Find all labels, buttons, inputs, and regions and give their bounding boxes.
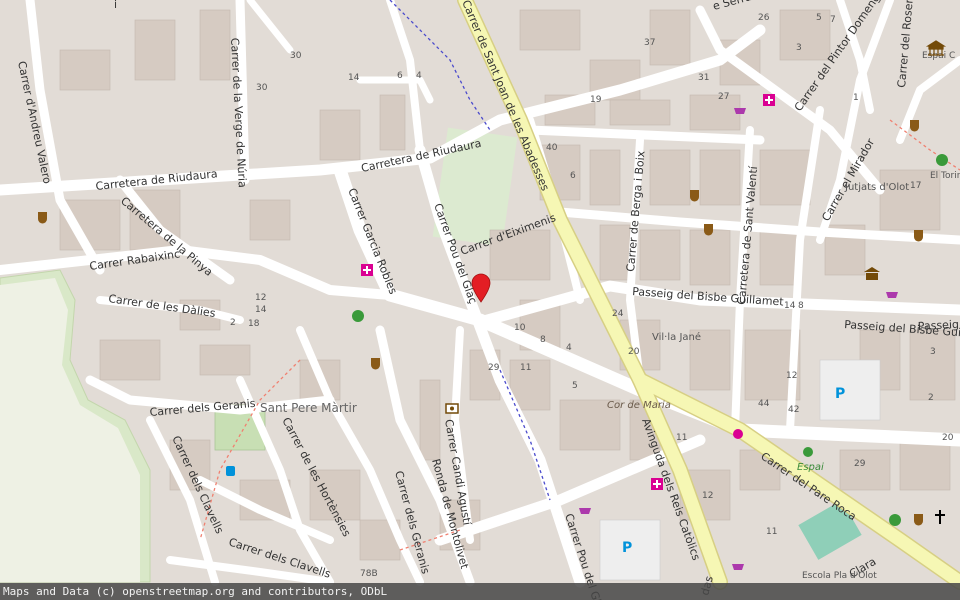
pharmacy-icon[interactable] [763, 94, 775, 106]
pharmacy-icon[interactable] [361, 264, 373, 276]
house-number: 6 [570, 171, 576, 181]
house-number: 11 [676, 433, 687, 443]
house-number: 26 [758, 13, 770, 23]
parking-icon[interactable]: P [622, 540, 632, 556]
bank-icon[interactable] [445, 403, 459, 414]
house-number: 78B [360, 569, 378, 579]
playground-icon[interactable] [352, 310, 364, 322]
house-number: 30 [290, 51, 302, 61]
house-number: 3 [930, 347, 936, 357]
house-number: 17 [910, 181, 921, 191]
house-number: 31 [698, 73, 709, 83]
place-label-espai-c: Espai C [922, 51, 955, 61]
house-number: 12 [255, 293, 266, 303]
house-number: 20 [628, 347, 640, 357]
house-number: 42 [788, 405, 799, 415]
place-label-escola: Escola Pla d'Olot [802, 571, 877, 581]
house-number: 8 [540, 335, 546, 345]
map-attribution[interactable]: Maps and Data (c) openstreetmap.org and … [0, 583, 960, 600]
place-label-vila-jane: Vil·la Jané [652, 331, 701, 343]
house-number: 4 [416, 71, 422, 81]
house-number: 5 [816, 13, 822, 23]
house-number: 4 [566, 343, 572, 353]
playground-icon[interactable] [889, 514, 901, 526]
place-label-el-torin: El Torin [930, 171, 960, 181]
pharmacy-icon[interactable] [651, 478, 663, 490]
house-number: 30 [256, 83, 268, 93]
house-number: 12 [786, 371, 797, 381]
parking-icon[interactable]: P [835, 386, 845, 402]
house-number: 27 [718, 92, 729, 102]
house-number: 11 [520, 363, 531, 373]
house-number: 29 [854, 459, 866, 469]
cafe-icon[interactable] [914, 230, 923, 242]
house-number: 12 [702, 491, 713, 501]
house-number: 1 [853, 93, 859, 103]
svg-text:P: P [835, 386, 845, 402]
sports-icon[interactable] [733, 429, 743, 439]
house-number: 14 [784, 301, 796, 311]
house-number: 29 [488, 363, 500, 373]
place-label-espai: Espai [797, 462, 824, 473]
cafe-icon[interactable] [910, 120, 919, 132]
house-number: 44 [758, 399, 770, 409]
playground-icon[interactable] [936, 154, 948, 166]
house-number: 6 [397, 71, 403, 81]
house-number: 14 [255, 305, 267, 315]
parking-area [819, 359, 881, 421]
street-label-i-cut: i [114, 0, 117, 11]
house-number: 7 [830, 15, 836, 25]
cafe-icon[interactable] [914, 514, 923, 526]
bus-stop-icon[interactable] [226, 466, 235, 476]
house-number: 19 [590, 95, 602, 105]
house-number: 3 [796, 43, 802, 53]
house-number: 5 [572, 381, 578, 391]
cafe-icon[interactable] [704, 224, 713, 236]
house-number: 18 [248, 319, 260, 329]
map-canvas[interactable]: Carrer de Sant Joan de les Abadesses Car… [0, 0, 960, 600]
house-number: 40 [546, 143, 558, 153]
house-number: 2 [928, 393, 934, 403]
shop-icon[interactable] [886, 292, 898, 298]
svg-text:P: P [622, 540, 632, 556]
house-number: 20 [942, 433, 954, 443]
shop-icon[interactable] [579, 508, 591, 514]
shop-icon[interactable] [734, 108, 746, 114]
place-label-sant-pere-martir: Sant Pere Màrtir [260, 401, 357, 415]
cafe-icon[interactable] [690, 190, 699, 202]
cafe-icon[interactable] [371, 358, 380, 370]
house-number: 8 [798, 301, 804, 311]
shop-icon[interactable] [732, 564, 744, 570]
place-label-cor-maria: Cor de Maria [607, 400, 671, 411]
cafe-icon[interactable] [38, 212, 47, 224]
house-number: 37 [644, 38, 655, 48]
house-number: 24 [612, 309, 624, 319]
house-number: 14 [348, 73, 360, 83]
place-label-jutjats: Jutjats d'Olot [844, 182, 909, 193]
house-number: 11 [766, 527, 777, 537]
house-number: 10 [514, 323, 526, 333]
house-number: 2 [230, 318, 236, 328]
sports-icon[interactable] [803, 447, 813, 457]
